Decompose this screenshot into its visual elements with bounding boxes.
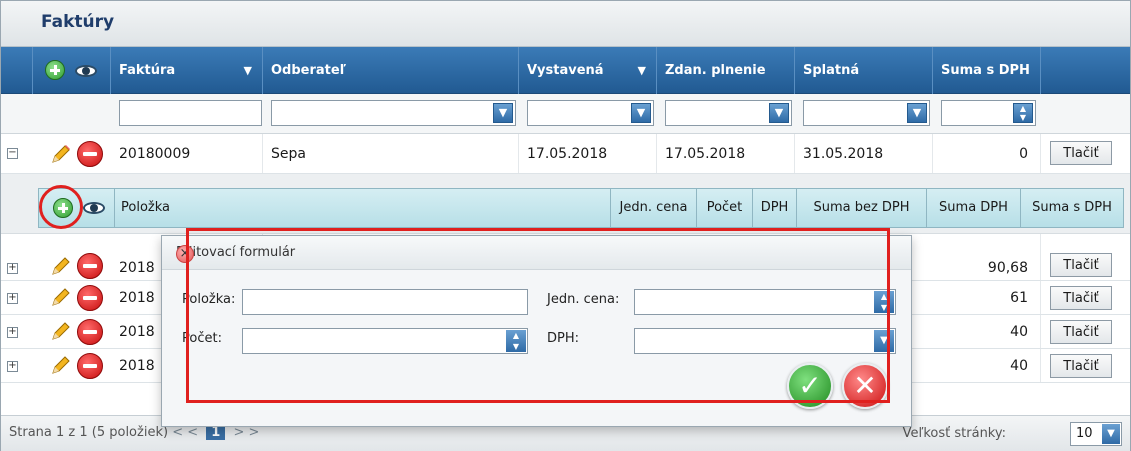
filter-zdan-select[interactable]: ▼: [665, 100, 792, 126]
edit-pencil-icon[interactable]: [49, 319, 73, 343]
detail-header-suma-s-dph[interactable]: Suma s DPH: [1021, 189, 1123, 227]
cell-zdan: 17.05.2018: [657, 134, 795, 173]
next-page-button[interactable]: > >: [233, 425, 259, 440]
edit-pencil-icon[interactable]: [49, 353, 73, 377]
header-vystavena[interactable]: Vystavená ▼: [519, 47, 657, 94]
header-zdan-label: Zdan. plnenie: [665, 63, 766, 78]
chevron-down-icon[interactable]: ▼: [493, 103, 513, 123]
print-button[interactable]: Tlačiť: [1050, 141, 1112, 165]
detail-header-jedn-cena[interactable]: Jedn. cena: [611, 189, 697, 227]
grid-header-row: Faktúra ▼ Odberateľ Vystavená ▼ Zdan. pl…: [1, 47, 1130, 94]
chevron-down-icon[interactable]: ▼: [907, 103, 927, 123]
prev-page-button[interactable]: < <: [172, 425, 198, 440]
detail-header-pocet[interactable]: Počet: [697, 189, 753, 227]
expand-icon[interactable]: +: [7, 293, 18, 304]
header-splatna[interactable]: Splatná: [795, 47, 933, 94]
delete-icon[interactable]: [77, 319, 103, 345]
cell-odberatel: Sepa: [263, 134, 519, 173]
header-suma[interactable]: Suma s DPH: [933, 47, 1041, 94]
header-faktura-label: Faktúra: [119, 63, 176, 78]
header-expander-cell: [1, 47, 33, 94]
current-page-button[interactable]: 1: [206, 425, 226, 440]
header-actions-cell: [33, 47, 111, 94]
chevron-down-icon[interactable]: ▼: [631, 103, 651, 123]
filter-row: ▼ ▼ ▼ ▼ ▲ ▼: [1, 94, 1130, 134]
print-button[interactable]: Tlačiť: [1050, 286, 1112, 310]
view-icon[interactable]: [75, 65, 97, 77]
detail-header-dph[interactable]: DPH: [753, 189, 797, 227]
detail-panel: Položka Jedn. cena Počet DPH Suma bez DP…: [1, 174, 1130, 234]
edit-pencil-icon[interactable]: [49, 285, 73, 309]
collapse-icon[interactable]: −: [7, 148, 18, 159]
chevron-down-icon[interactable]: ▼: [769, 103, 789, 123]
detail-header-suma-dph[interactable]: Suma DPH: [927, 189, 1021, 227]
delete-icon[interactable]: [77, 141, 103, 167]
print-button[interactable]: Tlačiť: [1050, 354, 1112, 378]
header-odberatel[interactable]: Odberateľ: [263, 47, 519, 94]
header-suma-label: Suma s DPH: [941, 63, 1030, 78]
delete-icon[interactable]: [77, 253, 103, 279]
filter-odberatel-select[interactable]: ▼: [271, 100, 516, 126]
edit-pencil-icon[interactable]: [49, 142, 73, 166]
view-icon[interactable]: [83, 202, 105, 214]
header-zdan-plnenie[interactable]: Zdan. plnenie: [657, 47, 795, 94]
expand-icon[interactable]: +: [7, 263, 18, 274]
cell-vystavena: 17.05.2018: [519, 134, 657, 173]
header-print-cell: [1041, 47, 1130, 94]
cell-suma: 40: [933, 315, 1041, 348]
cell-suma: 0: [933, 134, 1041, 173]
expand-icon[interactable]: +: [7, 361, 18, 372]
grid-title: Faktúry: [41, 12, 115, 32]
pager: Strana 1 z 1 (5 položiek) < < 1 > >: [9, 425, 259, 440]
cell-suma: 40: [933, 349, 1041, 382]
detail-header-row: Položka Jedn. cena Počet DPH Suma bez DP…: [38, 188, 1124, 228]
detail-header-polozka[interactable]: Položka: [115, 189, 611, 227]
delete-icon[interactable]: [77, 353, 103, 379]
highlight-circle: [39, 185, 83, 229]
detail-header-suma-bez-dph[interactable]: Suma bez DPH: [797, 189, 927, 227]
header-splatna-label: Splatná: [803, 63, 860, 78]
page-info: Strana 1 z 1 (5 položiek): [9, 425, 169, 440]
delete-icon[interactable]: [77, 285, 103, 311]
cell-suma: 61: [933, 281, 1041, 314]
page-size-label: Veľkosť stránky:: [902, 426, 1006, 441]
sort-desc-icon[interactable]: ▼: [638, 47, 646, 94]
cell-suma: 90,68: [933, 234, 1041, 280]
add-icon[interactable]: [45, 60, 65, 80]
filter-vystavena-select[interactable]: ▼: [527, 100, 654, 126]
page-size-value: 10: [1076, 426, 1093, 441]
print-button[interactable]: Tlačiť: [1050, 253, 1112, 277]
header-vystavena-label: Vystavená: [527, 63, 604, 78]
expand-icon[interactable]: +: [7, 327, 18, 338]
highlight-rectangle: [186, 228, 890, 403]
chevron-down-icon[interactable]: ▼: [1102, 424, 1120, 444]
sort-desc-icon[interactable]: ▼: [244, 47, 252, 94]
page-size-select[interactable]: 10 ▼: [1070, 422, 1122, 446]
print-button[interactable]: Tlačiť: [1050, 320, 1112, 344]
table-row: − 20180009 Sepa 17.05.2018 17.05.2018 31…: [1, 134, 1130, 174]
header-faktura[interactable]: Faktúra ▼: [111, 47, 263, 94]
cell-faktura: 20180009: [111, 134, 263, 173]
grid-title-bar: Faktúry: [1, 1, 1130, 47]
header-odberatel-label: Odberateľ: [271, 63, 346, 78]
edit-pencil-icon[interactable]: [49, 254, 73, 278]
cell-splatna: 31.05.2018: [795, 134, 933, 173]
filter-splatna-select[interactable]: ▼: [803, 100, 930, 126]
spinner-icon[interactable]: ▲ ▼: [1013, 103, 1033, 123]
filter-faktura-input[interactable]: [119, 100, 262, 126]
filter-suma-spinner[interactable]: ▲ ▼: [941, 100, 1036, 126]
